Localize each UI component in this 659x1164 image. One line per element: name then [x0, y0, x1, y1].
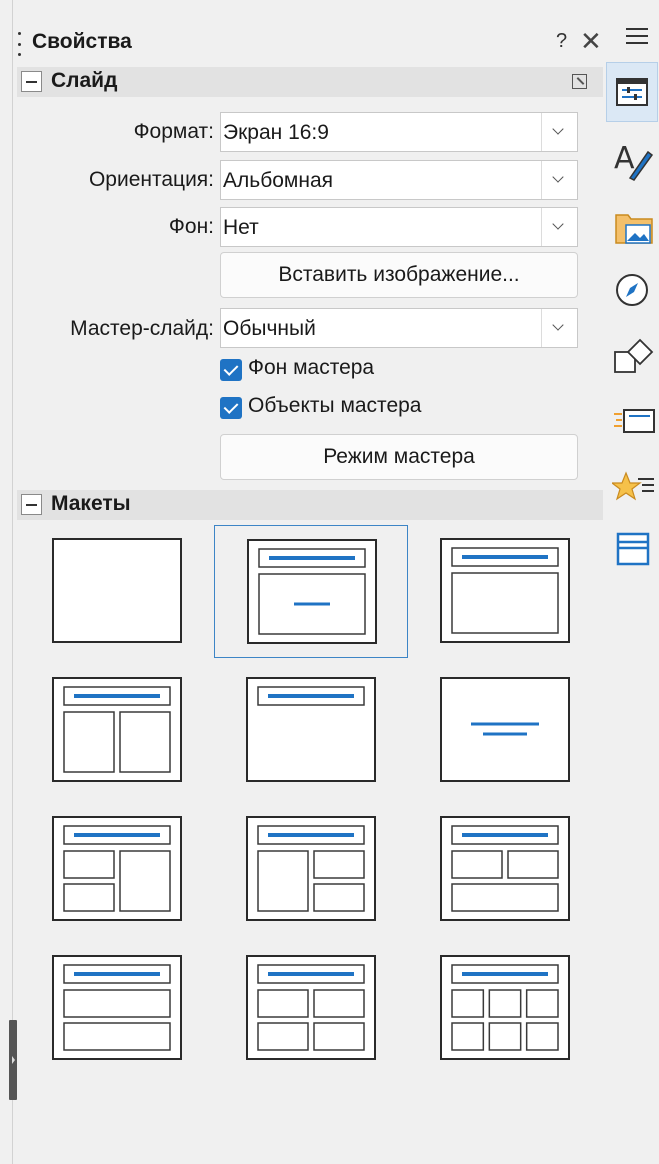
more-options-icon[interactable]: [572, 74, 587, 89]
slide-section-header[interactable]: Слайд: [17, 67, 603, 97]
layout-title-four-boxes[interactable]: [214, 942, 408, 1075]
layout-blank-icon: [52, 538, 182, 643]
master-mode-button[interactable]: Режим мастера: [220, 434, 578, 480]
layout-title-six-boxes[interactable]: [408, 942, 602, 1075]
shapes-icon: [614, 338, 654, 373]
format-value: Экран 16:9: [223, 121, 329, 144]
layout-title-one-left-two-right[interactable]: [214, 803, 408, 936]
sidebar-tabbar: A: [604, 0, 659, 1164]
layout-title-only[interactable]: [214, 664, 408, 797]
insert-image-button[interactable]: Вставить изображение...: [220, 252, 578, 298]
layout-title-two-left-one-right-icon: [52, 816, 182, 921]
layout-title-two-columns-icon: [52, 677, 182, 782]
slide-section-title: Слайд: [51, 69, 118, 92]
tab-slide-transition[interactable]: [606, 390, 658, 450]
styles-icon: A: [614, 141, 654, 181]
properties-icon: [616, 78, 648, 106]
master-slide-select[interactable]: Обычный: [220, 308, 578, 348]
layout-title-two-top-one-bottom[interactable]: [408, 803, 602, 936]
layout-title-two-stacked-icon: [52, 955, 182, 1060]
background-label: Фон:: [168, 215, 214, 238]
master-background-label: Фон мастера: [248, 356, 375, 379]
layout-title-two-columns[interactable]: [20, 664, 214, 797]
sidebar-menu-icon[interactable]: [626, 28, 648, 49]
background-select[interactable]: Нет: [220, 207, 578, 247]
drag-handle-icon[interactable]: [18, 32, 22, 56]
layout-title-one-left-two-right-icon: [246, 816, 376, 921]
tab-shapes[interactable]: [606, 324, 658, 384]
layouts-section-title: Макеты: [51, 492, 131, 515]
chevron-down-icon[interactable]: [541, 113, 577, 151]
master-objects-label: Объекты мастера: [248, 394, 422, 417]
gallery-icon: [615, 214, 653, 244]
collapse-icon[interactable]: [21, 494, 42, 515]
svg-text:A: A: [614, 141, 635, 176]
layout-title-content[interactable]: [408, 525, 602, 658]
layouts-section-header[interactable]: Макеты: [17, 490, 603, 520]
sidebar-collapse-handle[interactable]: [9, 1020, 17, 1100]
panel-title-bar: Свойства ? ✕: [14, 26, 604, 62]
layout-blank[interactable]: [20, 525, 214, 658]
orientation-label: Ориентация:: [88, 168, 214, 191]
layout-title-two-top-one-bottom-icon: [440, 816, 570, 921]
master-objects-checkbox[interactable]: [220, 397, 242, 419]
orientation-value: Альбомная: [223, 169, 333, 192]
layout-centered-text[interactable]: [408, 664, 602, 797]
layout-centered-text-icon: [440, 677, 570, 782]
chevron-down-icon[interactable]: [541, 208, 577, 246]
layout-title-content-centered-icon: [247, 539, 377, 644]
format-label: Формат:: [133, 120, 214, 143]
layout-title-two-stacked[interactable]: [20, 942, 214, 1075]
layout-title-four-boxes-icon: [246, 955, 376, 1060]
layout-title-content-icon: [440, 538, 570, 643]
tab-navigator[interactable]: [606, 260, 658, 320]
help-button[interactable]: ?: [556, 30, 567, 53]
chevron-down-icon[interactable]: [541, 309, 577, 347]
tab-properties[interactable]: [606, 62, 658, 122]
tab-master-slides[interactable]: [606, 518, 658, 578]
layout-title-content-centered[interactable]: [214, 525, 408, 658]
master-slide-value: Обычный: [223, 317, 316, 340]
tab-styles[interactable]: A: [606, 128, 658, 188]
chevron-down-icon[interactable]: [541, 161, 577, 199]
master-slides-icon: [616, 532, 650, 566]
orientation-select[interactable]: Альбомная: [220, 160, 578, 200]
tab-animation[interactable]: [606, 455, 658, 515]
slide-transition-icon: [614, 409, 655, 433]
layout-title-only-icon: [246, 677, 376, 782]
master-slide-label: Мастер-слайд:: [70, 317, 214, 340]
background-value: Нет: [223, 216, 259, 239]
format-select[interactable]: Экран 16:9: [220, 112, 578, 152]
collapse-icon[interactable]: [21, 71, 42, 92]
navigator-icon: [616, 274, 648, 306]
master-background-checkbox[interactable]: [220, 359, 242, 381]
layout-title-six-boxes-icon: [440, 955, 570, 1060]
panel-left-border: [12, 0, 13, 1164]
animation-icon: [612, 471, 654, 501]
close-icon[interactable]: ✕: [580, 26, 602, 57]
layout-title-two-left-one-right[interactable]: [20, 803, 214, 936]
tab-gallery[interactable]: [606, 195, 658, 255]
panel-title: Свойства: [32, 30, 132, 53]
